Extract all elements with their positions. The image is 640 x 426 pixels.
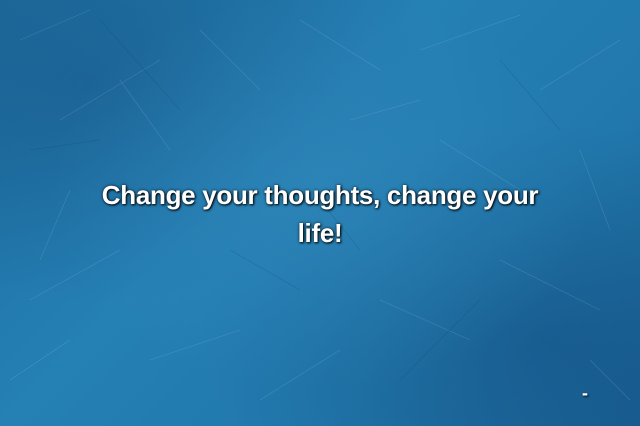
quote-image: Change your thoughts, change your life! … (0, 0, 640, 426)
quote-text: Change your thoughts, change your life! (101, 180, 539, 248)
quote-author: - (582, 383, 588, 403)
